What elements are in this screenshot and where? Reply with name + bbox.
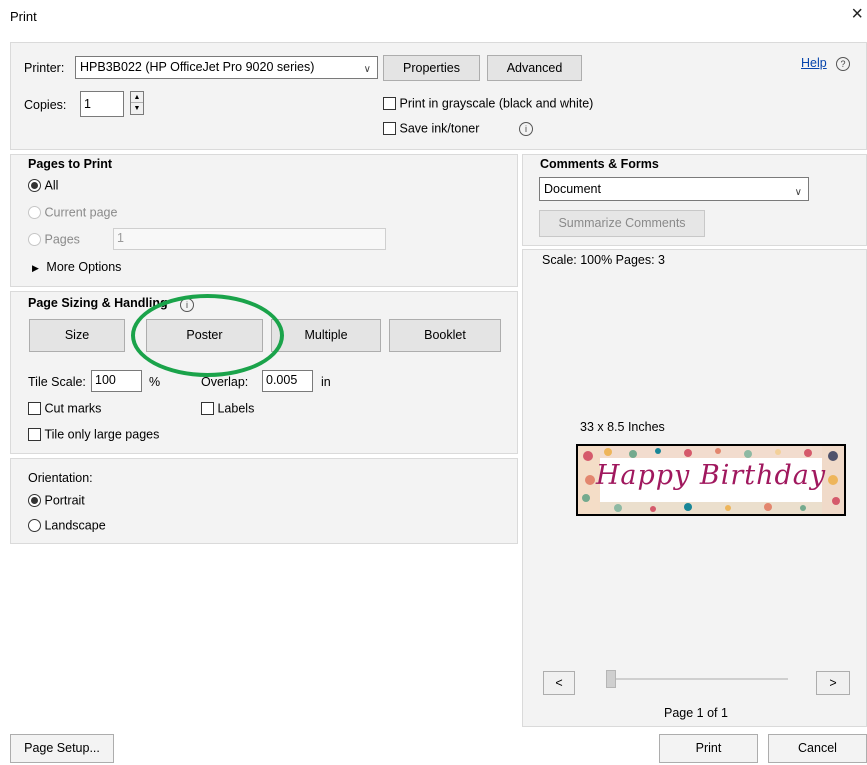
percent-label: % (149, 375, 161, 389)
page-setup-button[interactable]: Page Setup... (10, 734, 114, 763)
save-ink-checkbox[interactable] (383, 122, 396, 136)
portrait-radio[interactable] (28, 494, 41, 508)
labels-checkbox[interactable] (201, 402, 214, 416)
printer-select-value: HPB3B022 (HP OfficeJet Pro 9020 series) (80, 60, 315, 74)
stepper-down-icon[interactable]: ▼ (131, 103, 143, 114)
current-page-label: Current page (44, 205, 118, 220)
overlap-label: Overlap: (201, 375, 249, 389)
stepper-up-icon[interactable]: ▲ (131, 92, 143, 103)
next-page-button[interactable]: > (816, 671, 850, 695)
portrait-label: Portrait (44, 493, 85, 508)
chevron-down-icon: ∨ (794, 187, 802, 198)
labels-row[interactable]: Labels (201, 401, 254, 416)
overlap-input[interactable]: 0.005 (262, 370, 313, 392)
pages-label: Pages (44, 232, 80, 247)
info-icon[interactable]: i (519, 122, 533, 136)
cut-marks-checkbox[interactable] (28, 402, 41, 416)
print-button[interactable]: Print (659, 734, 758, 763)
all-radio-row[interactable]: All (28, 178, 58, 193)
cancel-button[interactable]: Cancel (768, 734, 867, 763)
help-link[interactable]: Help (801, 56, 827, 70)
grayscale-label: Print in grayscale (black and white) (399, 96, 594, 111)
all-radio[interactable] (28, 179, 41, 193)
pages-range-input[interactable]: 1 (113, 228, 386, 250)
size-button[interactable]: Size (29, 319, 125, 352)
more-options-toggle[interactable]: ▶ More Options (32, 260, 121, 274)
page-slider-thumb[interactable] (606, 670, 616, 688)
preview-size-text: 33 x 8.5 Inches (580, 420, 665, 434)
tile-large-label: Tile only large pages (44, 427, 160, 442)
comments-forms-value: Document (544, 182, 601, 196)
copies-label: Copies: (24, 98, 67, 112)
pages-to-print-heading: Pages to Print (28, 157, 113, 171)
preview-page: Happy Birthday (576, 444, 846, 516)
landscape-row[interactable]: Landscape (28, 518, 106, 533)
help-question-icon[interactable]: ? (836, 57, 850, 71)
summarize-comments-button[interactable]: Summarize Comments (539, 210, 705, 237)
close-icon[interactable]: × (851, 4, 863, 24)
preview-scale-text: Scale: 100% Pages: 3 (542, 253, 665, 267)
comments-forms-select[interactable]: Document ∨ (539, 177, 809, 201)
printer-select[interactable]: HPB3B022 (HP OfficeJet Pro 9020 series) … (75, 56, 378, 79)
landscape-radio[interactable] (28, 519, 41, 533)
chevron-down-icon: ∨ (363, 64, 371, 75)
copies-stepper[interactable]: ▲ ▼ (130, 91, 144, 115)
current-page-radio[interactable] (28, 206, 41, 220)
multiple-button[interactable]: Multiple (271, 319, 381, 352)
comments-forms-heading: Comments & Forms (540, 157, 659, 171)
portrait-row[interactable]: Portrait (28, 493, 85, 508)
booklet-button[interactable]: Booklet (389, 319, 501, 352)
dialog-title: Print (10, 9, 37, 24)
highlight-circle (131, 294, 284, 377)
labels-label: Labels (217, 401, 255, 416)
pages-radio[interactable] (28, 233, 41, 247)
expand-arrow-icon: ▶ (32, 263, 39, 273)
grayscale-checkbox[interactable] (383, 97, 396, 111)
grayscale-checkbox-row[interactable]: Print in grayscale (black and white) (383, 96, 593, 111)
tile-scale-input[interactable]: 100 (91, 370, 142, 392)
tile-scale-label: Tile Scale: (28, 375, 86, 389)
prev-page-button[interactable]: < (543, 671, 575, 695)
advanced-button[interactable]: Advanced (487, 55, 582, 81)
orientation-heading: Orientation: (28, 471, 93, 485)
current-page-radio-row[interactable]: Current page (28, 205, 117, 220)
overlap-unit-label: in (321, 375, 331, 389)
pages-radio-row[interactable]: Pages (28, 232, 80, 247)
all-label: All (44, 178, 59, 193)
properties-button[interactable]: Properties (383, 55, 480, 81)
more-options-label: More Options (46, 260, 122, 274)
tile-large-row[interactable]: Tile only large pages (28, 427, 159, 442)
page-sizing-heading: Page Sizing & Handling (28, 296, 168, 310)
tile-large-checkbox[interactable] (28, 428, 41, 442)
banner-text: Happy Birthday (595, 460, 827, 491)
page-indicator: Page 1 of 1 (664, 706, 728, 720)
landscape-label: Landscape (44, 518, 106, 533)
printer-label: Printer: (24, 61, 65, 75)
page-slider-track[interactable] (608, 678, 788, 680)
save-ink-label: Save ink/toner (399, 121, 480, 136)
copies-input[interactable]: 1 (80, 91, 124, 117)
cut-marks-label: Cut marks (44, 401, 102, 416)
save-ink-checkbox-row[interactable]: Save ink/toner (383, 121, 479, 136)
cut-marks-row[interactable]: Cut marks (28, 401, 101, 416)
